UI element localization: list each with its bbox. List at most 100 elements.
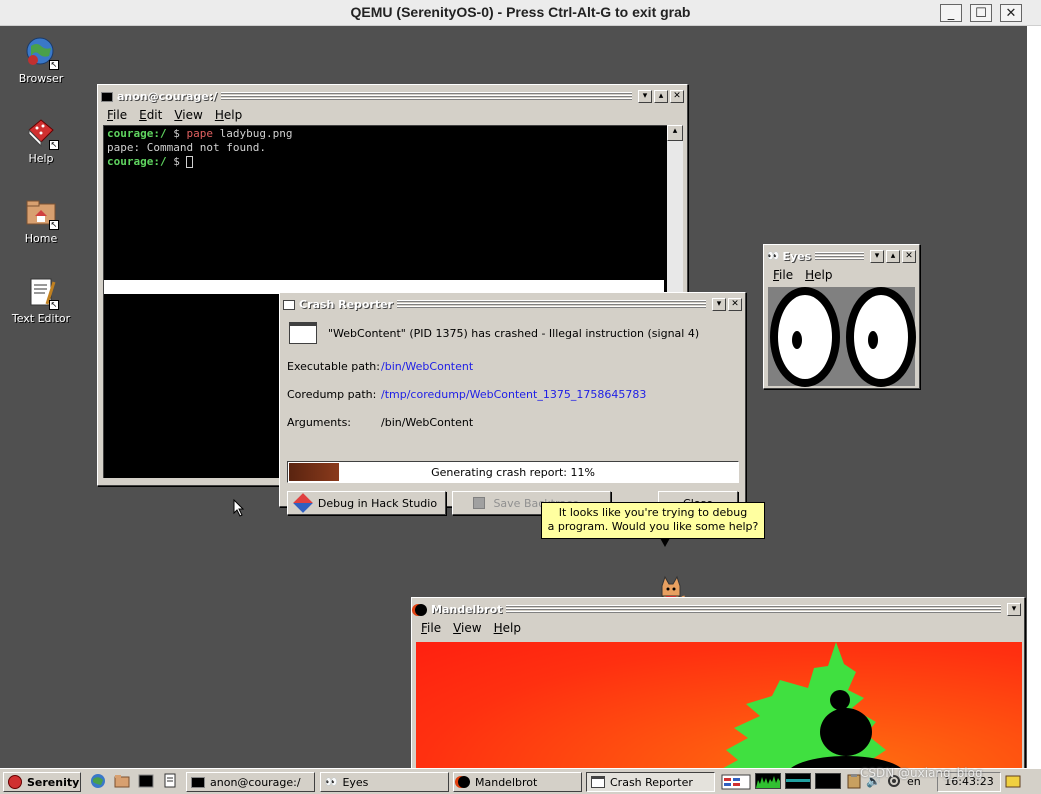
titlebar-stripes xyxy=(815,252,864,261)
save-disk-icon xyxy=(473,497,486,509)
start-label: Serenity xyxy=(27,775,80,789)
memory-graph-icon[interactable] xyxy=(785,773,811,789)
arguments-row: Arguments: /bin/WebContent xyxy=(287,416,473,429)
desktop-icon-label: Help xyxy=(28,152,54,165)
qemu-maximize-button[interactable]: ☐ xyxy=(970,4,992,22)
executable-path-link[interactable]: /bin/WebContent xyxy=(381,360,473,373)
coredump-path-link[interactable]: /tmp/coredump/WebContent_1375_1758645783 xyxy=(381,388,646,401)
maximize-button[interactable]: ▴ xyxy=(886,250,900,263)
cpu-graph-icon[interactable] xyxy=(755,773,781,789)
debug-in-hack-studio-button[interactable]: Debug in Hack Studio xyxy=(287,491,446,515)
close-button[interactable]: ✕ xyxy=(728,298,742,311)
assistant-balloon: It looks like you're trying to debug a p… xyxy=(541,502,765,547)
menu-view[interactable]: View xyxy=(447,621,487,635)
crash-report-progress: Generating crash report: 11% xyxy=(287,461,739,483)
clipboard-icon[interactable] xyxy=(847,773,861,789)
maximize-button[interactable]: ▴ xyxy=(654,90,668,103)
scroll-up-button[interactable]: ▴ xyxy=(667,125,683,141)
terminal-line: courage:/ $ xyxy=(107,155,194,169)
terminal-icon xyxy=(191,776,205,788)
eyes-menubar: File Help xyxy=(767,266,916,284)
titlebar-stripes xyxy=(397,300,706,309)
taskbar-window-label: anon@courage:/ xyxy=(210,775,301,789)
eyes-icon: 👀 xyxy=(325,776,338,788)
qemu-close-button[interactable]: ✕ xyxy=(1000,4,1022,22)
network-applet-icon[interactable] xyxy=(721,772,751,792)
executable-path-row: Executable path:/bin/WebContent xyxy=(287,360,473,373)
eyes-window[interactable]: 👀 Eyes ▾ ▴ ✕ File Help xyxy=(763,244,920,389)
crash-reporter-title: Crash Reporter xyxy=(299,298,394,311)
desktop-icon-text-editor[interactable]: ↖ Text Editor xyxy=(6,276,76,325)
desktop[interactable]: ↖ Browser ↖ Help ↖ Home ↖ Text Editor an… xyxy=(0,26,1027,768)
titlebar-stripes xyxy=(221,92,632,101)
eyes-icon: 👀 xyxy=(767,251,780,262)
left-eye xyxy=(770,287,840,387)
terminal-icon xyxy=(101,91,113,102)
mandelbrot-window[interactable]: Mandelbrot ▾ File View Help xyxy=(411,597,1025,768)
minimize-button[interactable]: ▾ xyxy=(712,298,726,311)
qemu-minimize-button[interactable]: _ xyxy=(940,4,962,22)
menu-edit[interactable]: Edit xyxy=(133,108,168,122)
close-button[interactable]: ✕ xyxy=(670,90,684,103)
taskbar-window-label: Mandelbrot xyxy=(475,775,538,789)
mouse-pointer-icon xyxy=(233,498,245,520)
text-editor-icon: ↖ xyxy=(25,276,59,310)
quicklaunch-file-manager-icon[interactable] xyxy=(114,772,130,792)
crash-reporter-titlebar[interactable]: Crash Reporter ▾ ✕ xyxy=(283,296,742,313)
crash-reporter-content: "WebContent" (PID 1375) has crashed - Il… xyxy=(284,315,741,515)
terminal-menubar: File Edit View Help xyxy=(101,106,684,124)
crash-reporter-window[interactable]: Crash Reporter ▾ ✕ "WebContent" (PID 137… xyxy=(279,292,746,515)
crash-headline: "WebContent" (PID 1375) has crashed - Il… xyxy=(328,327,700,340)
menu-help[interactable]: Help xyxy=(799,268,838,282)
minimize-button[interactable]: ▾ xyxy=(870,250,884,263)
crash-reporter-icon xyxy=(283,299,295,310)
terminal-line: pape: Command not found. xyxy=(107,141,266,154)
terminal-titlebar[interactable]: anon@courage:/ ▾ ▴ ✕ xyxy=(101,88,684,105)
taskbar-window-eyes[interactable]: 👀 Eyes xyxy=(320,772,449,792)
menu-help[interactable]: Help xyxy=(488,621,527,635)
quicklaunch-text-editor-icon[interactable] xyxy=(162,772,178,792)
minimize-button[interactable]: ▾ xyxy=(638,90,652,103)
menu-file[interactable]: File xyxy=(101,108,133,122)
eyes-titlebar[interactable]: 👀 Eyes ▾ ▴ ✕ xyxy=(767,248,916,265)
menu-help[interactable]: Help xyxy=(209,108,248,122)
mandelbrot-titlebar[interactable]: Mandelbrot ▾ xyxy=(415,601,1021,618)
host-border xyxy=(1027,26,1041,794)
left-pupil xyxy=(792,331,802,349)
desktop-icon-help[interactable]: ↖ Help xyxy=(6,116,76,165)
assistant-message-line: It looks like you're trying to debug xyxy=(558,506,748,519)
eyes-title: Eyes xyxy=(782,250,812,263)
taskbar-window-terminal[interactable]: anon@courage:/ xyxy=(186,772,315,792)
quicklaunch-terminal-icon[interactable] xyxy=(138,772,154,792)
taskbar-window-crash-reporter[interactable]: Crash Reporter xyxy=(586,772,715,792)
hack-studio-icon xyxy=(293,493,313,513)
notification-icon[interactable] xyxy=(1005,773,1021,789)
menu-view[interactable]: View xyxy=(168,108,208,122)
start-button[interactable]: Serenity xyxy=(3,772,81,792)
menu-file[interactable]: File xyxy=(767,268,799,282)
csdn-watermark: CSDN @uxiang_blog xyxy=(860,766,983,780)
right-eye xyxy=(846,287,916,387)
taskbar-window-mandelbrot[interactable]: Mandelbrot xyxy=(453,772,582,792)
text-cursor xyxy=(186,156,194,168)
close-button[interactable]: ✕ xyxy=(902,250,916,263)
desktop-icon-label: Text Editor xyxy=(11,312,71,325)
balloon-tail xyxy=(660,538,670,547)
arguments-label: Arguments: xyxy=(287,416,352,429)
mandelbrot-canvas[interactable] xyxy=(416,642,1022,768)
network-graph-icon[interactable] xyxy=(815,773,841,789)
mandelbrot-menubar: File View Help xyxy=(415,619,1021,637)
progress-text: Generating crash report: 11% xyxy=(431,466,595,479)
debug-button-label: Debug in Hack Studio xyxy=(317,496,438,510)
minimize-button[interactable]: ▾ xyxy=(1007,603,1021,616)
mandelbrot-icon xyxy=(458,776,470,788)
taskbar: Serenity anon@courage:/ 👀 Eyes Mandelbro… xyxy=(0,766,1041,794)
desktop-icon-label: Browser xyxy=(18,72,64,85)
terminal-title: anon@courage:/ xyxy=(117,90,218,103)
quicklaunch-browser-icon[interactable] xyxy=(90,772,106,792)
menu-file[interactable]: File xyxy=(415,621,447,635)
desktop-icon-home[interactable]: ↖ Home xyxy=(6,196,76,245)
qemu-titlebar: QEMU (SerenityOS-0) - Press Ctrl-Alt-G t… xyxy=(0,0,1041,26)
taskbar-window-label: Crash Reporter xyxy=(610,775,693,789)
desktop-icon-browser[interactable]: ↖ Browser xyxy=(6,36,76,85)
